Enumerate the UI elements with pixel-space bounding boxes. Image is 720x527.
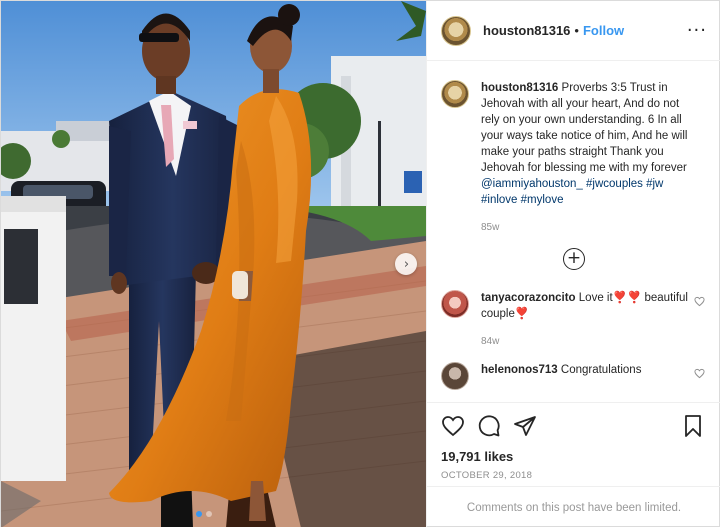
post-photo-illustration [1, 1, 426, 527]
comment-time[interactable]: 84w [481, 334, 696, 350]
comment-username[interactable]: helenonos713 [481, 364, 558, 376]
comment-avatar[interactable] [441, 290, 469, 318]
likes-count[interactable]: 19,791 likes [441, 449, 707, 464]
carousel-dot [206, 511, 212, 517]
caption-mention[interactable]: @iammiyahouston_ [481, 178, 583, 190]
caption-username[interactable]: houston81316 [481, 82, 558, 94]
carousel-next-button[interactable]: › [395, 253, 417, 275]
caption: houston81316 Proverbs 3:5 Trust in Jehov… [441, 80, 707, 236]
comment-body: tanyacorazoncito Love it❣️❣️ beautiful c… [481, 290, 696, 350]
caption-text: Proverbs 3:5 Trust in Jehovah with all y… [481, 82, 688, 174]
comment: helenonos713 Congratulations [441, 362, 707, 390]
post-header: houston81316 • Follow ··· [427, 1, 720, 61]
caption-avatar[interactable] [441, 80, 469, 108]
comments-limited-notice: Comments on this post have been limited. [427, 486, 720, 527]
author-avatar[interactable] [441, 15, 471, 46]
header-separator: • [574, 23, 579, 38]
chevron-right-icon: › [403, 256, 410, 272]
bookmark-icon[interactable] [681, 414, 705, 438]
caption-time[interactable]: 85w [481, 220, 696, 236]
comments-section[interactable]: houston81316 Proverbs 3:5 Trust in Jehov… [427, 62, 720, 402]
action-icons [441, 413, 707, 439]
like-comment-heart-icon[interactable] [694, 296, 705, 307]
load-more-comments[interactable]: + [441, 248, 707, 270]
post-actions: 19,791 likes OCTOBER 29, 2018 [427, 402, 720, 481]
comment-username[interactable]: tanyacorazoncito [481, 292, 576, 304]
comment-text: Congratulations [557, 364, 642, 376]
author-username[interactable]: houston81316 [483, 23, 570, 38]
like-comment-heart-icon[interactable] [694, 368, 705, 379]
post-side-panel: houston81316 • Follow ··· houston81316 P… [426, 1, 720, 527]
carousel-dots [196, 511, 212, 517]
carousel-dot [196, 511, 202, 517]
share-plane-icon[interactable] [513, 414, 537, 438]
instagram-post: › houston81316 • Follow ··· houston81316… [0, 0, 720, 527]
comment-avatar[interactable] [441, 362, 469, 390]
follow-button[interactable]: Follow [583, 23, 624, 38]
caption-body: houston81316 Proverbs 3:5 Trust in Jehov… [481, 80, 696, 236]
plus-circle-icon[interactable]: + [563, 248, 585, 270]
post-date[interactable]: OCTOBER 29, 2018 [441, 470, 707, 481]
more-options-icon[interactable]: ··· [687, 21, 707, 40]
comment: tanyacorazoncito Love it❣️❣️ beautiful c… [441, 290, 707, 350]
like-heart-icon[interactable] [441, 414, 465, 438]
comment-bubble-icon[interactable] [477, 414, 501, 438]
comment-body: helenonos713 Congratulations [481, 362, 696, 390]
post-photo[interactable]: › [1, 1, 426, 527]
